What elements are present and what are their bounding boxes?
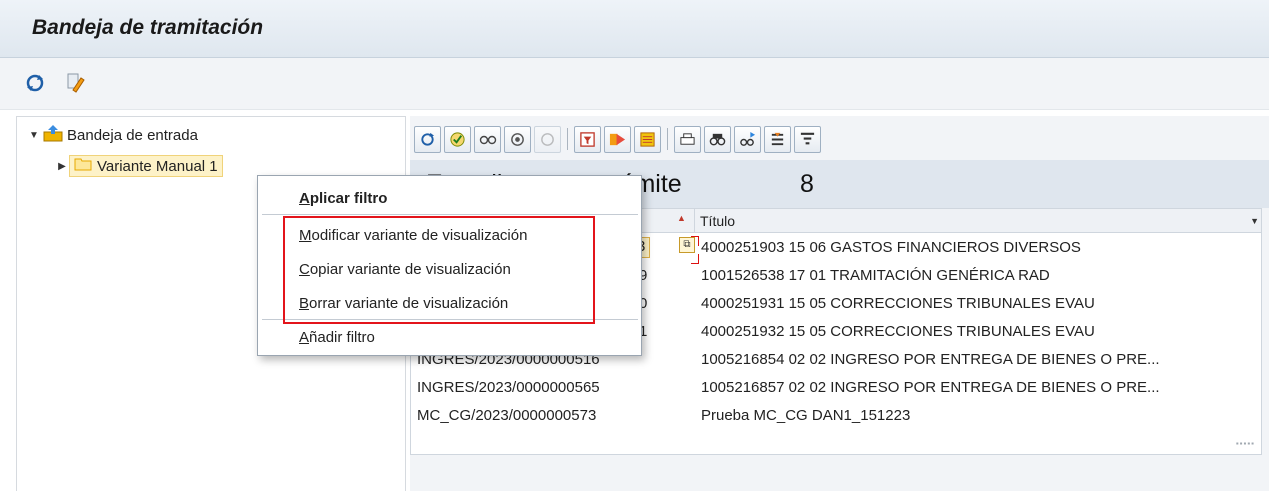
folder-icon <box>74 157 92 175</box>
settings-icon[interactable] <box>504 125 531 153</box>
menu-divider <box>262 214 638 215</box>
row-marker <box>691 236 699 246</box>
inbox-icon <box>43 124 63 146</box>
window-title: Bandeja de tramitación <box>32 16 264 39</box>
chevron-down-icon[interactable]: ▼ <box>27 130 41 141</box>
resize-grip-icon[interactable]: ▪▪▪▪▪ <box>1236 439 1255 448</box>
tree-node-bandeja-entrada[interactable]: ▼ Bandeja de entrada <box>27 123 198 147</box>
refresh-icon[interactable] <box>24 72 46 94</box>
filter-icon[interactable] <box>794 125 821 153</box>
tree-node-label: Variante Manual 1 <box>97 157 218 175</box>
settings-disabled-icon <box>534 125 561 153</box>
app-toolbar <box>0 58 1269 110</box>
check-icon[interactable] <box>444 125 471 153</box>
table-row[interactable]: INGRES/2023/0000000565 1005216857 02 02 … <box>411 374 1261 402</box>
cell-titulo: 1001526538 17 01 TRAMITACIÓN GENÉRICA RA… <box>701 267 1050 284</box>
cell-titulo: 1005216857 02 02 INGRESO POR ENTREGA DE … <box>701 379 1160 396</box>
tree-node-variante-manual[interactable]: ▶ Variante Manual 1 <box>55 154 223 178</box>
menu-item-aplicar-filtro[interactable]: Aplicar filtro <box>299 190 387 207</box>
chevron-down-icon[interactable]: ▼ <box>1250 216 1259 226</box>
sum-icon[interactable] <box>764 125 791 153</box>
cell-titulo: 4000251931 15 05 CORRECCIONES TRIBUNALES… <box>701 295 1095 312</box>
glasses-icon[interactable] <box>474 125 501 153</box>
cell-titulo: 1005216854 02 02 INGRESO POR ENTREGA DE … <box>701 351 1160 368</box>
play-icon[interactable] <box>604 125 631 153</box>
sort-ascending-icon[interactable]: ▲ <box>677 213 686 223</box>
window-titlebar: Bandeja de tramitación <box>0 0 1269 58</box>
column-header-titulo[interactable]: Título <box>700 213 735 229</box>
list-toolbar <box>414 120 824 158</box>
cell-titulo: 4000251932 15 05 CORRECCIONES TRIBUNALES… <box>701 323 1095 340</box>
cell-titulo: Prueba MC_CG DAN1_151223 <box>701 407 911 424</box>
chevron-right-icon[interactable]: ▶ <box>55 161 69 172</box>
refresh-icon[interactable] <box>414 125 441 153</box>
table-row[interactable]: MC_CG/2023/0000000573 Prueba MC_CG DAN1_… <box>411 402 1261 430</box>
list-count: 8 <box>800 170 814 198</box>
filter-table-icon[interactable] <box>574 125 601 153</box>
find-next-icon[interactable] <box>734 125 761 153</box>
toolbar-separator <box>567 128 568 150</box>
menu-item-anadir-filtro[interactable]: Añadir filtro <box>299 329 375 346</box>
cell-titulo: 4000251903 15 06 GASTOS FINANCIEROS DIVE… <box>701 239 1081 256</box>
tree-node-label: Bandeja de entrada <box>67 126 198 144</box>
cell-id: MC_CG/2023/0000000573 <box>417 407 597 424</box>
highlight-box <box>283 216 595 324</box>
cell-id: INGRES/2023/0000000565 <box>417 379 600 396</box>
column-separator <box>694 209 695 233</box>
edit-pencil-icon[interactable] <box>64 72 86 94</box>
stamp-icon[interactable] <box>634 125 661 153</box>
tree-node-selected[interactable]: Variante Manual 1 <box>69 155 223 177</box>
toolbar-separator <box>667 128 668 150</box>
print-icon[interactable] <box>674 125 701 153</box>
find-icon[interactable] <box>704 125 731 153</box>
